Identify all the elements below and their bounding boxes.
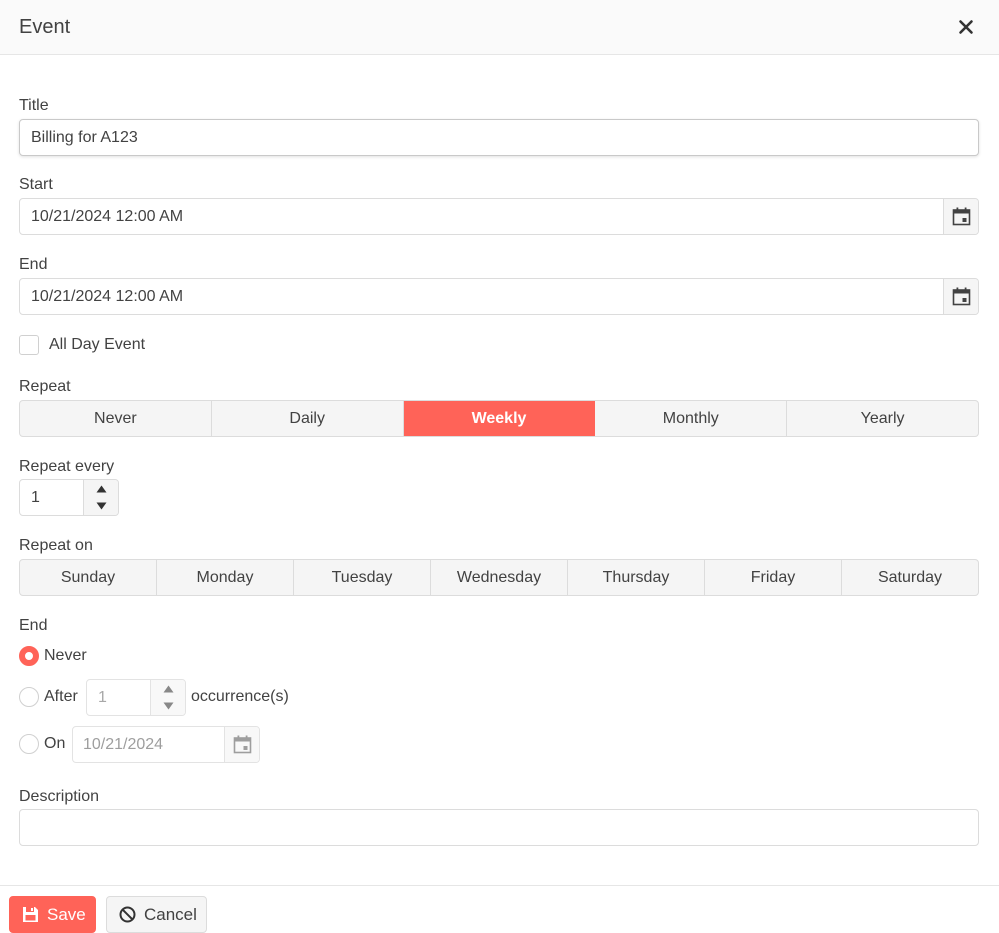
end-after-spinner — [150, 680, 185, 715]
dialog-title: Event — [19, 16, 71, 38]
end-section-label: End — [19, 617, 48, 634]
repeat-weekly-button[interactable]: Weekly — [403, 401, 596, 436]
arrow-down-icon — [163, 702, 174, 709]
day-wednesday-button[interactable]: Wednesday — [431, 560, 568, 595]
end-never-label: Never — [44, 647, 87, 664]
repeat-yearly-button[interactable]: Yearly — [787, 401, 978, 436]
arrow-up-icon — [163, 685, 174, 692]
end-calendar-button[interactable] — [943, 279, 978, 314]
decrease-button[interactable] — [151, 697, 186, 714]
end-on-date-value: 10/21/2024 — [83, 736, 164, 753]
end-datetime-input[interactable]: 10/21/2024 12:00 AM — [19, 278, 979, 315]
end-on-date-input[interactable]: 10/21/2024 — [72, 726, 260, 763]
day-sunday-button[interactable]: Sunday — [20, 560, 157, 595]
end-label: End — [19, 256, 48, 273]
all-day-label: All Day Event — [49, 336, 146, 353]
title-input-value: Billing for A123 — [31, 129, 138, 146]
dialog-footer: Save Cancel — [0, 885, 999, 933]
day-saturday-button[interactable]: Saturday — [842, 560, 978, 595]
end-on-radio[interactable] — [19, 734, 39, 754]
all-day-checkbox[interactable] — [19, 335, 39, 355]
repeat-monthly-button[interactable]: Monthly — [595, 401, 788, 436]
repeat-daily-button[interactable]: Daily — [212, 401, 404, 436]
day-friday-button[interactable]: Friday — [705, 560, 842, 595]
start-calendar-button[interactable] — [943, 199, 978, 234]
start-datetime-value: 10/21/2024 12:00 AM — [31, 208, 184, 225]
end-after-radio[interactable] — [19, 687, 39, 707]
start-datetime-input[interactable]: 10/21/2024 12:00 AM — [19, 198, 979, 235]
cancel-button-label: Cancel — [144, 904, 197, 924]
end-after-label: After — [44, 688, 78, 705]
occurrences-label: occurrence(s) — [191, 688, 289, 705]
end-after-value: 1 — [98, 689, 107, 706]
calendar-icon — [952, 287, 971, 306]
title-label: Title — [19, 97, 49, 114]
arrow-down-icon — [96, 502, 107, 509]
calendar-icon — [233, 735, 252, 754]
end-datetime-value: 10/21/2024 12:00 AM — [31, 288, 184, 305]
repeat-label: Repeat — [19, 378, 71, 395]
repeat-every-label: Repeat every — [19, 458, 115, 475]
title-input[interactable]: Billing for A123 — [19, 119, 979, 156]
increase-button[interactable] — [151, 680, 186, 697]
dialog-header: Event — [0, 0, 999, 55]
day-tuesday-button[interactable]: Tuesday — [294, 560, 431, 595]
description-input[interactable] — [19, 809, 979, 846]
repeat-on-label: Repeat on — [19, 537, 93, 554]
save-button-label: Save — [47, 904, 86, 924]
save-icon — [23, 907, 38, 922]
day-monday-button[interactable]: Monday — [157, 560, 294, 595]
repeat-button-group: Never Daily Weekly Monthly Yearly — [19, 400, 979, 437]
end-never-radio[interactable] — [19, 646, 39, 666]
repeat-every-input[interactable]: 1 — [19, 479, 119, 516]
save-button[interactable]: Save — [9, 896, 96, 933]
close-icon — [959, 20, 973, 34]
repeat-every-value: 1 — [31, 489, 40, 506]
start-label: Start — [19, 176, 53, 193]
close-button[interactable] — [955, 16, 977, 38]
repeat-never-button[interactable]: Never — [20, 401, 212, 436]
repeat-every-spinner — [83, 480, 118, 515]
end-after-occurrences-input[interactable]: 1 — [86, 679, 186, 716]
increase-button[interactable] — [84, 480, 119, 497]
calendar-icon — [952, 207, 971, 226]
arrow-up-icon — [96, 485, 107, 492]
end-on-calendar-button[interactable] — [224, 727, 259, 762]
day-thursday-button[interactable]: Thursday — [568, 560, 705, 595]
repeat-on-day-group: Sunday Monday Tuesday Wednesday Thursday… — [19, 559, 979, 596]
decrease-button[interactable] — [84, 497, 119, 514]
cancel-button[interactable]: Cancel — [106, 896, 207, 933]
cancel-icon — [119, 906, 136, 923]
end-on-label: On — [44, 735, 66, 752]
description-label: Description — [19, 788, 100, 805]
